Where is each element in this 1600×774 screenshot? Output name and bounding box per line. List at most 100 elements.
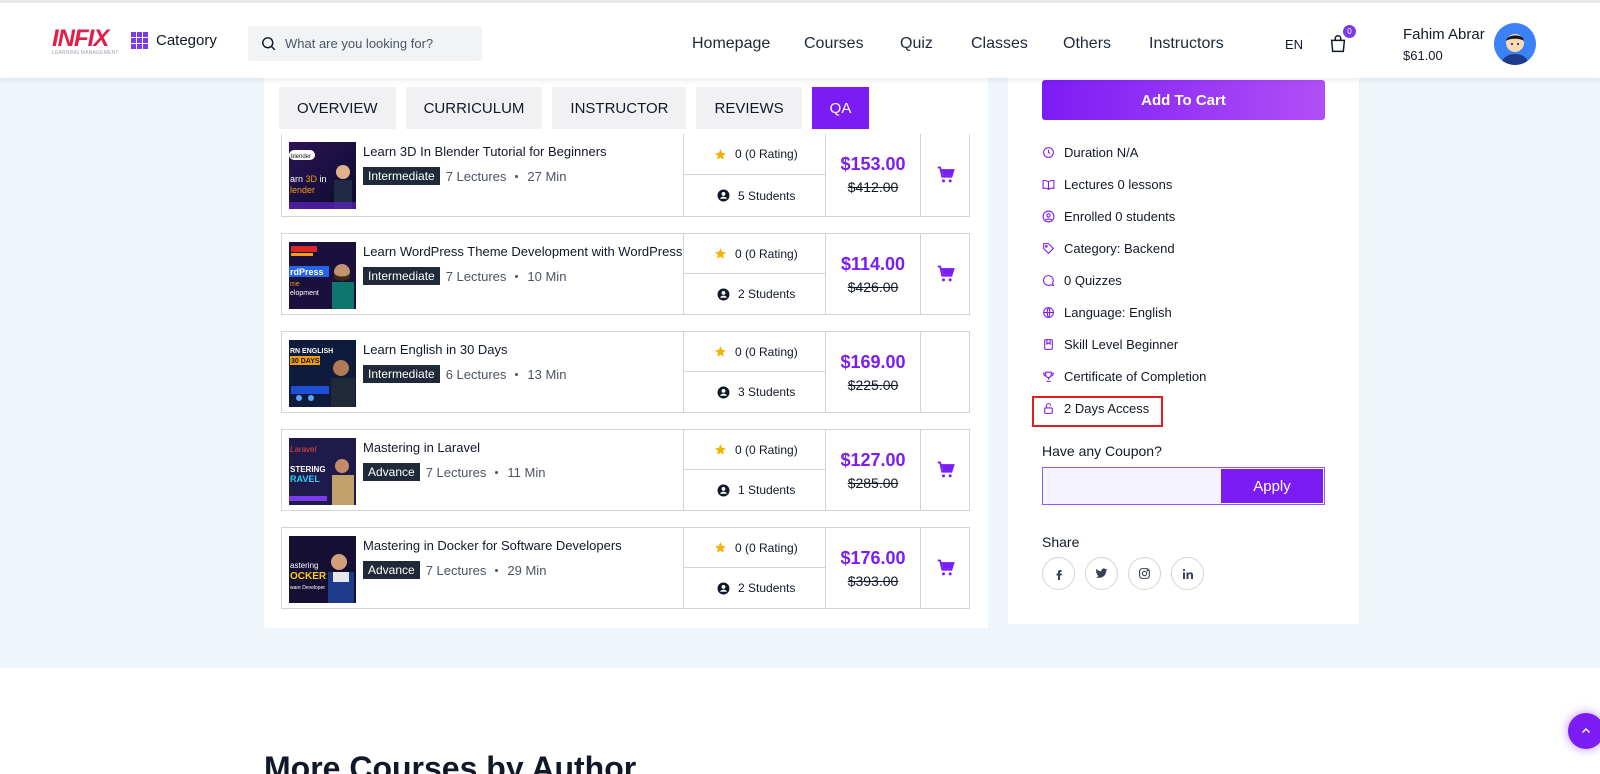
nav-instructors[interactable]: Instructors <box>1149 35 1224 53</box>
svg-text:me: me <box>290 281 300 288</box>
level-badge: Intermediate <box>363 267 440 285</box>
nav-quiz[interactable]: Quiz <box>900 35 933 53</box>
cart-icon[interactable] <box>936 165 956 185</box>
user-circle-icon <box>717 189 730 202</box>
tab-instructor[interactable]: INSTRUCTOR <box>552 87 687 129</box>
category-menu[interactable]: Category <box>131 32 217 49</box>
add-to-cart-cell[interactable] <box>921 528 970 608</box>
separator-dot <box>495 568 499 572</box>
svg-text:Laravel: Laravel <box>290 445 316 454</box>
tab-reviews[interactable]: REVIEWS <box>696 87 802 129</box>
lecture-count: 7 Lectures <box>445 268 507 284</box>
linkedin-icon[interactable] <box>1171 557 1204 590</box>
star-icon <box>715 542 726 553</box>
nav-courses[interactable]: Courses <box>804 35 864 53</box>
tab-qa[interactable]: QA <box>811 87 870 129</box>
facebook-icon[interactable] <box>1042 557 1075 590</box>
twitter-icon[interactable] <box>1085 557 1118 590</box>
site-header: INFIX LEARNING MANAGEMENT Category Homep… <box>0 0 1600 78</box>
feature-certificate: Certificate of Completion <box>1042 369 1206 384</box>
grid-icon <box>131 32 148 49</box>
cart-icon[interactable] <box>936 460 956 480</box>
add-to-cart-cell-empty <box>921 332 970 412</box>
course-title[interactable]: Mastering in Laravel <box>363 440 480 455</box>
add-to-cart-cell[interactable] <box>921 430 970 510</box>
tab-overview[interactable]: OVERVIEW <box>279 87 396 129</box>
course-price: $169.00 <box>840 352 906 372</box>
svg-text:elopment: elopment <box>290 290 319 297</box>
avatar[interactable] <box>1494 23 1536 65</box>
feature-label: Certificate of Completion <box>1064 369 1207 384</box>
student-count: 2 Students <box>738 581 796 595</box>
apply-coupon-button[interactable]: Apply <box>1221 469 1323 503</box>
course-duration: 27 Min <box>527 168 567 184</box>
course-title[interactable]: Learn WordPress Theme Development with W… <box>363 244 682 259</box>
share-label: Share <box>1042 534 1080 550</box>
rating-cell: 0 (0 Rating) <box>684 528 825 568</box>
rating-cell: 0 (0 Rating) <box>684 332 825 372</box>
globe-icon <box>1043 307 1054 318</box>
svg-text:OCKER: OCKER <box>290 571 327 582</box>
course-price: $153.00 <box>840 154 906 174</box>
course-title[interactable]: Learn English in 30 Days <box>363 342 508 357</box>
cart-icon[interactable] <box>936 558 956 578</box>
separator-dot <box>515 274 519 278</box>
svg-text:rdPress: rdPress <box>290 267 324 277</box>
course-duration: 29 Min <box>507 562 547 578</box>
students-cell: 2 Students <box>684 568 825 608</box>
level-badge: Advance <box>363 561 420 579</box>
user-name[interactable]: Fahim Abrar <box>1403 26 1485 43</box>
search-input[interactable] <box>285 36 465 51</box>
course-title[interactable]: Mastering in Docker for Software Develop… <box>363 538 622 553</box>
course-title[interactable]: Learn 3D In Blender Tutorial for Beginne… <box>363 144 607 159</box>
svg-text:STERING: STERING <box>290 465 326 474</box>
rating-cell: 0 (0 Rating) <box>684 134 825 175</box>
course-thumbnail[interactable]: astering OCKER ware Developer <box>289 536 356 603</box>
rating-text: 0 (0 Rating) <box>735 442 798 457</box>
level-icon <box>1044 339 1053 350</box>
student-count: 1 Students <box>738 483 796 497</box>
separator-dot <box>515 372 519 376</box>
star-icon <box>715 148 726 160</box>
student-count: 5 Students <box>738 188 796 203</box>
course-price: $127.00 <box>840 450 906 470</box>
feature-skill-level: Skill Level Beginner <box>1042 337 1178 352</box>
nav-others[interactable]: Others <box>1063 35 1111 53</box>
add-to-cart-cell[interactable] <box>921 234 970 314</box>
star-icon <box>715 444 726 455</box>
cart-icon[interactable] <box>936 264 956 284</box>
book-icon <box>1042 179 1055 191</box>
scroll-to-top-button[interactable] <box>1568 713 1600 749</box>
add-to-cart-button[interactable]: Add To Cart <box>1042 80 1325 120</box>
course-stats: 0 (0 Rating) 5 Students <box>683 134 826 216</box>
coupon-input[interactable] <box>1043 468 1220 504</box>
star-icon <box>715 248 726 259</box>
course-old-price: $393.00 <box>847 573 899 589</box>
student-count: 3 Students <box>738 385 796 399</box>
clock-icon <box>1043 147 1054 158</box>
course-thumbnail[interactable]: RN ENGLISH 30 DAYS <box>289 340 356 407</box>
site-logo[interactable]: INFIX LEARNING MANAGEMENT <box>52 27 119 58</box>
course-thumbnail[interactable]: blender arn 3D in lender <box>289 142 356 209</box>
rating-text: 0 (0 Rating) <box>735 540 798 555</box>
instagram-icon[interactable] <box>1128 557 1161 590</box>
lecture-count: 6 Lectures <box>445 366 507 382</box>
feature-label: Duration N/A <box>1064 145 1139 160</box>
trophy-icon <box>1043 371 1054 382</box>
star-icon <box>715 346 726 357</box>
course-thumbnail[interactable]: Laravel STERING RAVEL <box>289 438 356 505</box>
course-stats: 0 (0 Rating) 2 Students <box>683 528 826 608</box>
svg-text:arn 3D in: arn 3D in <box>290 174 327 184</box>
course-stats: 0 (0 Rating) 1 Students <box>683 430 826 510</box>
language-selector[interactable]: EN <box>1285 37 1303 52</box>
add-to-cart-cell[interactable] <box>921 134 970 216</box>
rating-text: 0 (0 Rating) <box>735 147 798 161</box>
nav-classes[interactable]: Classes <box>971 35 1028 53</box>
logo-subtitle: LEARNING MANAGEMENT <box>52 50 119 56</box>
feature-label: Enrolled 0 students <box>1064 209 1176 224</box>
nav-homepage[interactable]: Homepage <box>692 35 770 53</box>
student-count: 2 Students <box>738 287 796 301</box>
course-thumbnail[interactable]: rdPress me elopment <box>289 242 356 309</box>
tab-curriculum[interactable]: CURRICULUM <box>405 87 543 129</box>
user-circle-icon <box>717 484 730 496</box>
